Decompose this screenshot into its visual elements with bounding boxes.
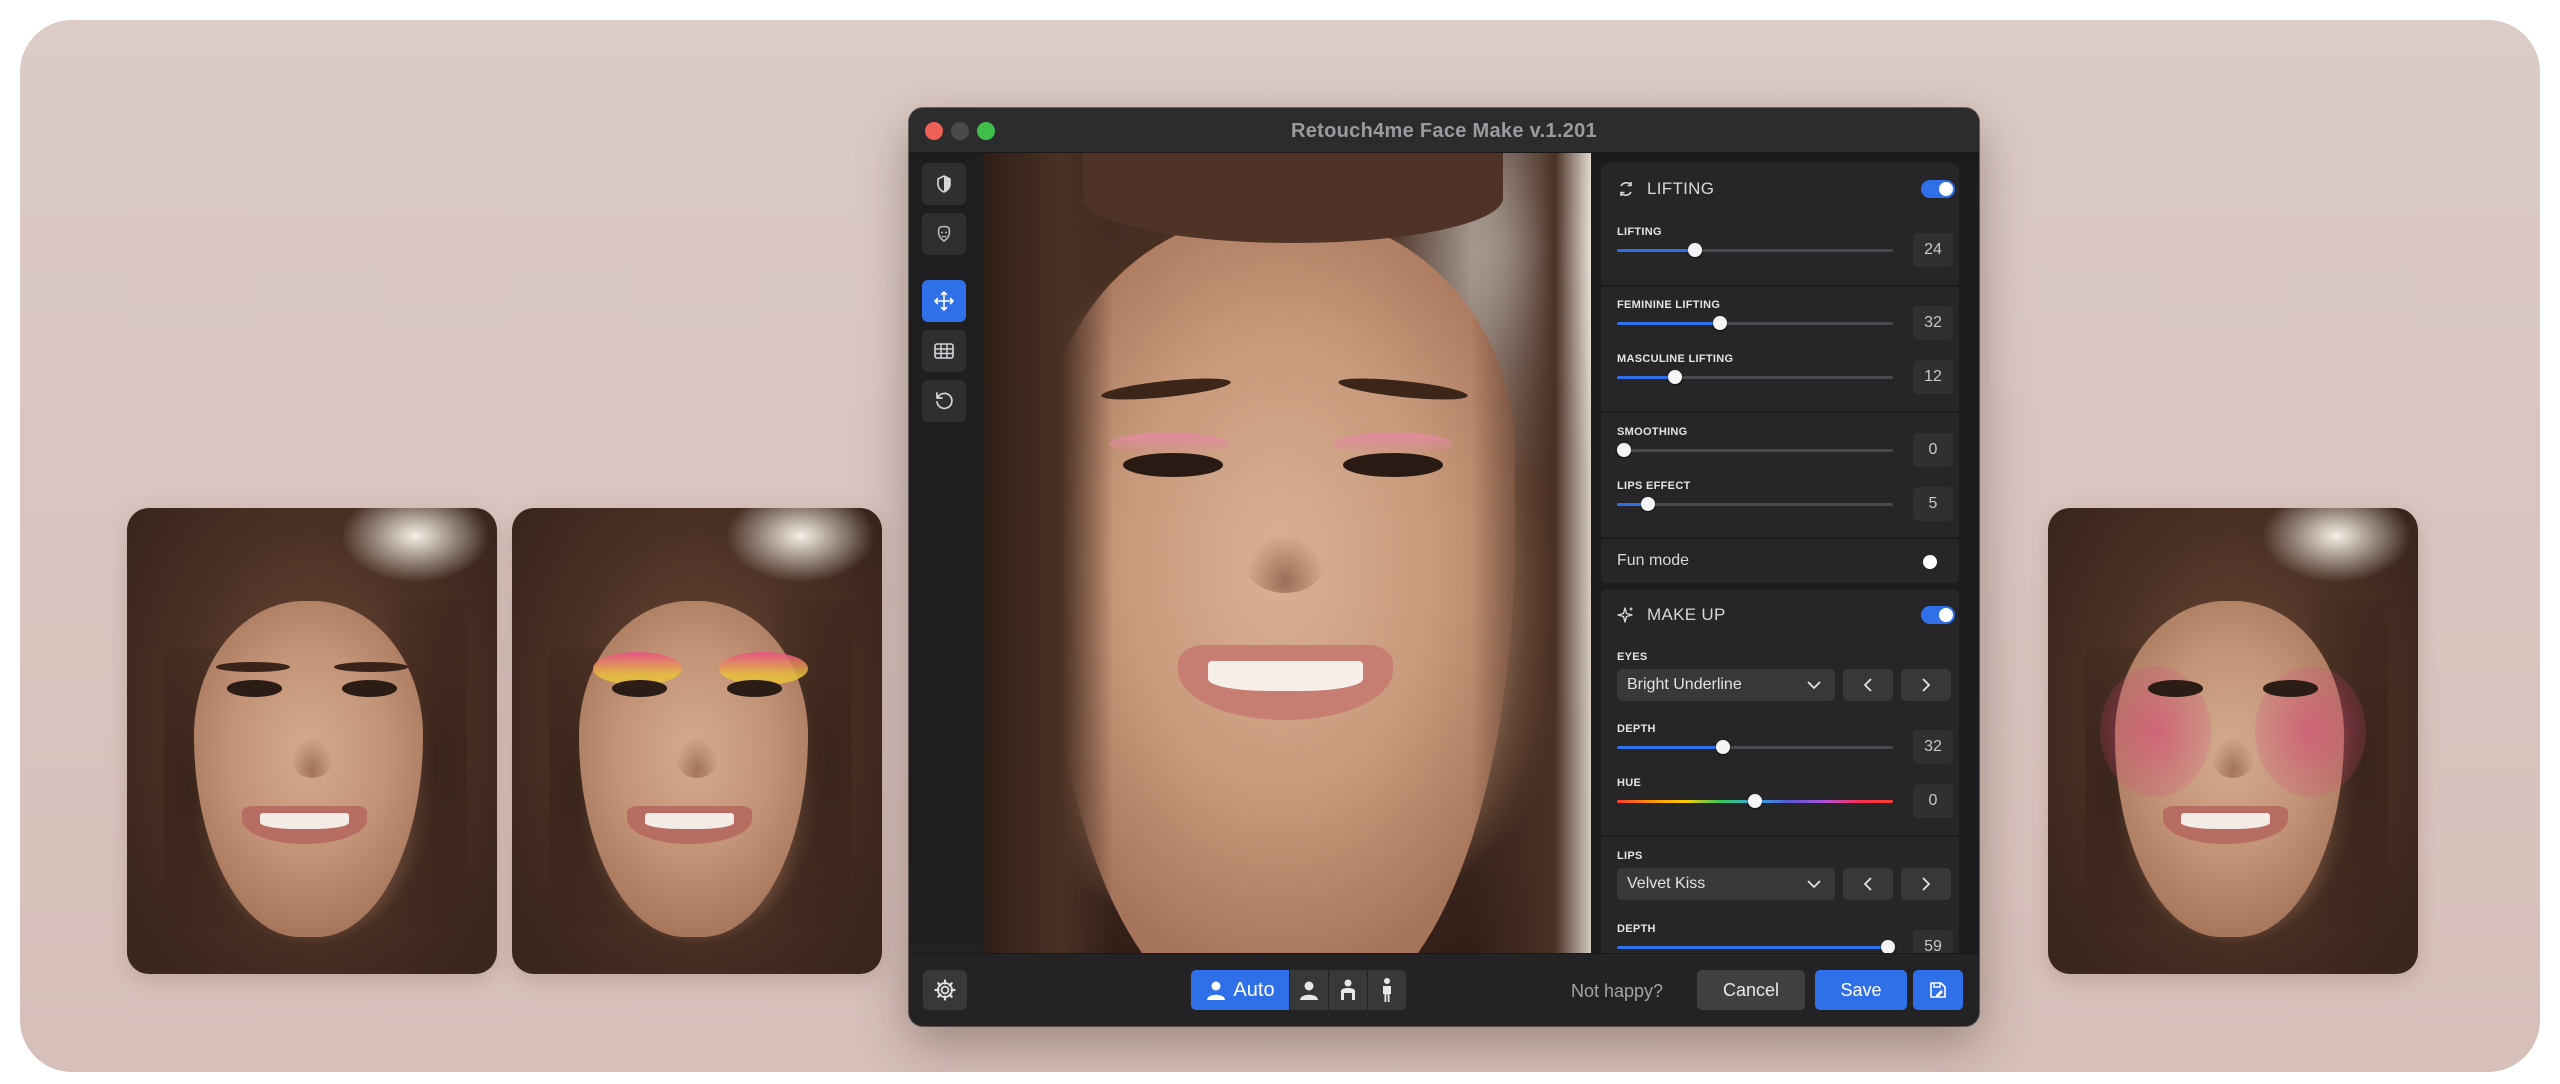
smoothing-slider[interactable] (1617, 443, 1893, 457)
eyes-depth-slider[interactable] (1617, 740, 1893, 754)
lifting-slider[interactable] (1617, 243, 1893, 257)
chevron-right-icon (1922, 678, 1931, 692)
mode-half-body-button[interactable] (1329, 970, 1367, 1010)
person-half-body-icon (1341, 979, 1355, 1000)
chevron-down-icon (1807, 880, 1821, 889)
save-as-button[interactable] (1913, 970, 1963, 1010)
lifting-value[interactable]: 24 (1913, 233, 1953, 267)
save-button[interactable]: Save (1815, 970, 1907, 1010)
eyes-prev-button[interactable] (1843, 669, 1893, 701)
shield-half-icon (937, 175, 951, 193)
smoothing-value[interactable]: 0 (1913, 433, 1953, 467)
grid-tool[interactable] (922, 330, 966, 372)
app-window: Retouch4me Face Make v.1.201 LIFTING LIF… (909, 108, 1979, 1026)
face-mask-tool[interactable] (922, 213, 966, 255)
masculine-lifting-label: MASCULINE LIFTING (1617, 353, 1734, 365)
preview-card-pink-blush (2048, 508, 2418, 974)
makeup-toggle[interactable] (1921, 606, 1955, 624)
eyes-hue-slider[interactable] (1617, 794, 1893, 808)
person-full-body-icon (1383, 978, 1391, 1002)
move-arrows-icon (934, 291, 954, 311)
makeup-section: MAKE UP EYES Bright Underline DEPTH 32 H… (1601, 589, 1959, 953)
settings-button[interactable] (923, 970, 967, 1010)
feminine-lifting-value[interactable]: 32 (1913, 306, 1953, 340)
lips-preset-value: Velvet Kiss (1627, 875, 1706, 892)
chevron-down-icon (1807, 681, 1821, 690)
eyes-preset-value: Bright Underline (1627, 676, 1742, 693)
bottom-bar: Auto Not happy? Cancel Save (909, 953, 1979, 1026)
eyes-preset-dropdown[interactable]: Bright Underline (1617, 669, 1835, 701)
eyes-hue-label: HUE (1617, 777, 1642, 789)
cancel-button[interactable]: Cancel (1697, 970, 1805, 1010)
face-mask-icon (937, 225, 951, 242)
grid-icon (934, 343, 954, 359)
mode-auto-button[interactable]: Auto (1191, 970, 1289, 1010)
lips-depth-slider[interactable] (1617, 940, 1895, 953)
backdrop: Retouch4me Face Make v.1.201 LIFTING LIF… (20, 20, 2540, 1072)
eyes-hue-value[interactable]: 0 (1913, 784, 1953, 818)
feminine-lifting-slider[interactable] (1617, 316, 1893, 330)
lifting-header: LIFTING (1617, 179, 1714, 199)
reset-tool[interactable] (922, 380, 966, 422)
fun-mode-toggle[interactable] (1921, 553, 1955, 571)
masculine-lifting-slider[interactable] (1617, 370, 1893, 384)
lips-prev-button[interactable] (1843, 868, 1893, 900)
chevron-left-icon (1863, 678, 1872, 692)
preview-card-natural (127, 508, 497, 974)
eyes-next-button[interactable] (1901, 669, 1951, 701)
save-edit-icon (1930, 982, 1946, 998)
person-icon (1207, 981, 1226, 1000)
lifting-toggle[interactable] (1921, 180, 1955, 198)
eyes-label: EYES (1617, 651, 1648, 663)
lifting-section: LIFTING LIFTING 24 FEMININE LIFTING 32 M… (1601, 163, 1959, 583)
lifting-title: LIFTING (1647, 179, 1715, 198)
window-title: Retouch4me Face Make v.1.201 (1291, 120, 1597, 142)
preview-card-bright-eyeshadow (512, 508, 882, 974)
makeup-header: MAKE UP (1617, 605, 1726, 625)
smoothing-label: SMOOTHING (1617, 426, 1688, 438)
masculine-lifting-value[interactable]: 12 (1913, 360, 1953, 394)
chevron-left-icon (1863, 877, 1872, 891)
adjustments-panel: LIFTING LIFTING 24 FEMININE LIFTING 32 M… (1591, 153, 1979, 953)
eyes-depth-label: DEPTH (1617, 723, 1656, 735)
lips-next-button[interactable] (1901, 868, 1951, 900)
shield-half-tool[interactable] (922, 163, 966, 205)
lips-effect-slider[interactable] (1617, 497, 1893, 511)
lifting-refresh-icon (1620, 181, 1632, 197)
lips-preset-dropdown[interactable]: Velvet Kiss (1617, 868, 1835, 900)
eyes-depth-value[interactable]: 32 (1913, 730, 1953, 764)
gear-icon (934, 979, 956, 1001)
lips-effect-value[interactable]: 5 (1913, 487, 1953, 521)
not-happy-link[interactable]: Not happy? (1571, 981, 1663, 1002)
title-bar: Retouch4me Face Make v.1.201 (909, 108, 1979, 153)
reset-rotate-icon (936, 392, 953, 410)
mode-auto-label: Auto (1233, 978, 1275, 1001)
lips-label: LIPS (1617, 850, 1643, 862)
lips-depth-value[interactable]: 59 (1913, 930, 1953, 953)
person-bust-icon (1300, 981, 1318, 1000)
photo-canvas[interactable] (983, 153, 1591, 953)
mode-portrait-button[interactable] (1290, 970, 1328, 1010)
move-tool[interactable] (922, 280, 966, 322)
feminine-lifting-label: FEMININE LIFTING (1617, 299, 1721, 311)
lips-depth-label: DEPTH (1617, 923, 1656, 935)
chevron-right-icon (1922, 877, 1931, 891)
left-toolbar (909, 153, 983, 943)
lifting-slider-label: LIFTING (1617, 226, 1662, 238)
mode-full-body-button[interactable] (1368, 970, 1406, 1010)
lips-effect-label: LIPS EFFECT (1617, 480, 1691, 492)
fun-mode-label: Fun mode (1617, 552, 1690, 569)
makeup-title: MAKE UP (1647, 605, 1726, 624)
sparkle-icon (1617, 607, 1633, 623)
